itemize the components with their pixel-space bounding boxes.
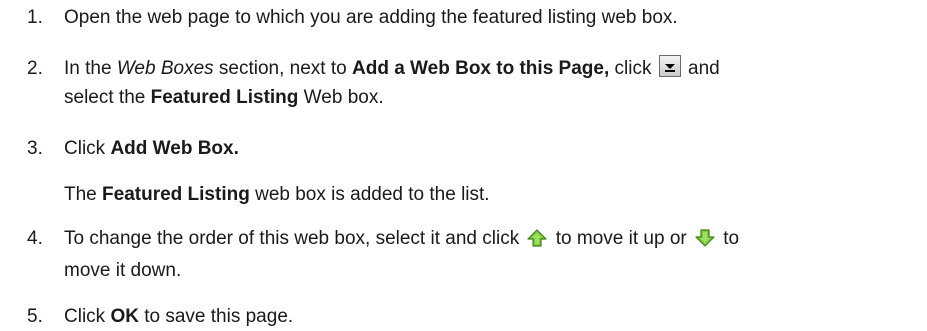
step-text: Click OK to save this page. [64, 302, 914, 331]
add-web-box-label: Add a Web Box to this Page, [352, 58, 610, 79]
step-4-text-a: To change the order of this web box, sel… [64, 228, 525, 249]
step-4-text-d: move it down. [64, 260, 182, 281]
step-5-text-b: to save this page. [138, 306, 294, 327]
step-3-text-a: Click [64, 138, 111, 159]
step-1-text: Open the web page to which you are addin… [64, 7, 678, 28]
step-number: 5. [27, 306, 43, 327]
step-number: 2. [27, 58, 43, 79]
step-2-text-c: click [609, 58, 657, 79]
featured-listing-label: Featured Listing [150, 87, 299, 108]
dropdown-arrow-icon [658, 55, 681, 77]
step-2-text-f: Web box. [298, 87, 384, 108]
result-text-a: The [64, 184, 103, 205]
step-number: 3. [27, 138, 43, 159]
step-2-text-b: section, next to [213, 58, 352, 79]
result-text: The Featured Listing web box is added to… [64, 180, 914, 209]
step-number: 4. [27, 228, 43, 249]
step-text: In the Web Boxes section, next to Add a … [64, 54, 914, 112]
step-2-text-e: select the [64, 87, 151, 108]
step-5-text-a: Click [64, 306, 111, 327]
step-2-text-a: In the [64, 58, 117, 79]
web-boxes-section-name: Web Boxes [116, 58, 214, 79]
step-text: To change the order of this web box, sel… [64, 224, 914, 285]
ok-label: OK [110, 306, 139, 327]
step-number: 1. [27, 7, 43, 28]
result-text-b: web box is added to the list. [249, 184, 490, 205]
step-text: Open the web page to which you are addin… [64, 3, 914, 32]
step-2-text-d: and [682, 58, 720, 79]
green-arrow-up-icon [527, 227, 548, 256]
step-text: Click Add Web Box. [64, 134, 914, 163]
step-4-text-b: to move it up or [550, 228, 692, 249]
step-4-text-c: to [718, 228, 740, 249]
featured-listing-label: Featured Listing [102, 184, 250, 205]
add-web-box-button-label: Add Web Box. [110, 138, 239, 159]
green-arrow-down-icon [695, 227, 715, 256]
